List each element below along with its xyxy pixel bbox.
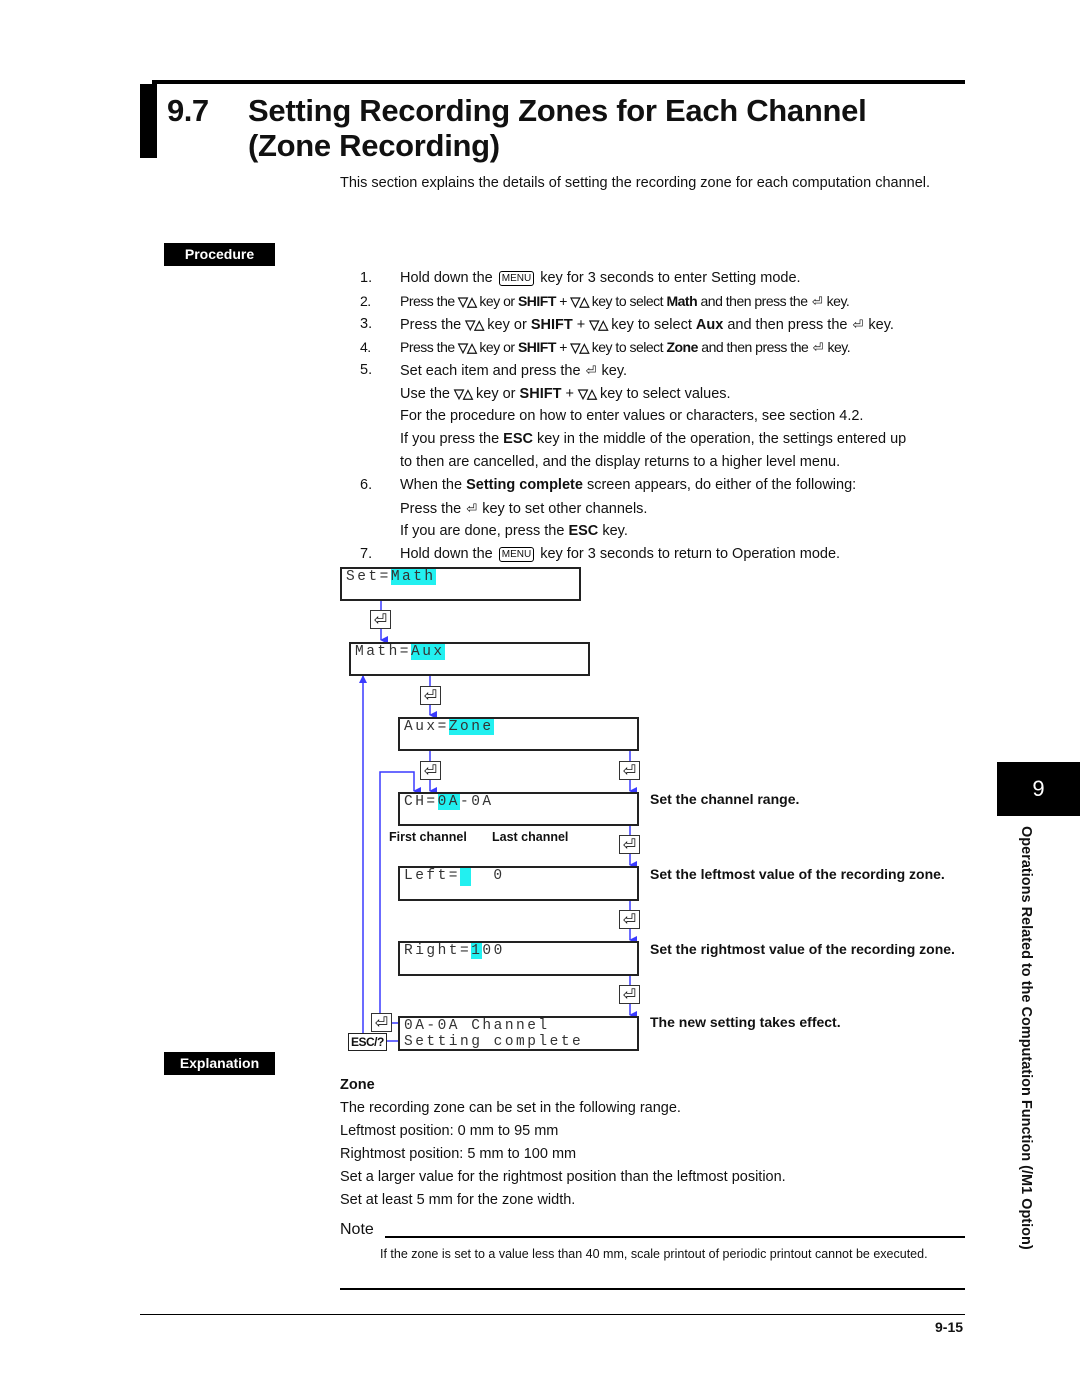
esc-key-icon: ESC/? [348,1033,387,1051]
enter-key-icon: ⏎ [370,610,391,629]
lcd-set-math: Set=Math [340,567,581,601]
note-label: Note [340,1221,374,1238]
explanation-heading: Zone [340,1077,375,1093]
explanation-line: Set a larger value for the rightmost pos… [340,1169,786,1185]
loop-esc-to-math [359,675,399,1042]
explanation-tag: Explanation [164,1052,275,1075]
lcd-setting-complete: 0A-0A Channel Setting complete [398,1016,639,1051]
enter-key-icon: ⏎ [619,985,640,1004]
lcd-highlight: Zone [448,719,494,735]
lcd-highlight: 0A [437,794,461,810]
caption-rightmost: Set the rightmost value of the recording… [650,941,955,957]
lcd-highlight: 1 [471,943,483,959]
enter-key-icon: ⏎ [619,910,640,929]
lcd-channel-range: CH=0A-0A [398,792,639,826]
caption-leftmost: Set the leftmost value of the recording … [650,866,945,882]
chapter-tab: 9 [997,762,1080,816]
lcd-highlight: Math [390,569,436,585]
explanation-line: The recording zone can be set in the fol… [340,1100,681,1116]
page-number: 9-15 [935,1319,964,1335]
enter-key-icon: ⏎ [420,761,441,780]
explanation-line: Rightmost position: 5 mm to 100 mm [340,1146,577,1162]
note-text: If the zone is set to a value less than … [380,1247,928,1261]
lcd-math-aux: Math=Aux [349,642,590,676]
enter-key-icon: ⏎ [420,686,441,705]
lcd-highlight [460,868,472,886]
chapter-side-title: Operations Related to the Computation Fu… [1018,826,1034,1250]
last-channel-label: Last channel [492,830,569,844]
lcd-aux-zone: Aux=Zone [398,717,639,751]
enter-key-icon: ⏎ [619,835,640,854]
enter-key-icon: ⏎ [371,1013,392,1032]
explanation-body: Zone The recording zone can be set in th… [340,1074,960,1212]
lcd-right: Right=100 [398,941,639,976]
lcd-highlight: Aux [411,644,445,660]
enter-key-icon: ⏎ [619,761,640,780]
caption-takes-effect: The new setting takes effect. [650,1014,841,1030]
first-channel-label: First channel [389,830,467,844]
lcd-left: Left= 0 [398,866,639,901]
caption-channel-range: Set the channel range. [650,791,800,807]
footer-rule [140,1314,965,1315]
explanation-line: Set at least 5 mm for the zone width. [340,1192,576,1208]
explanation-line: Leftmost position: 0 mm to 95 mm [340,1123,559,1139]
note-rule-bottom [340,1288,965,1290]
note-rule-top [385,1236,965,1238]
